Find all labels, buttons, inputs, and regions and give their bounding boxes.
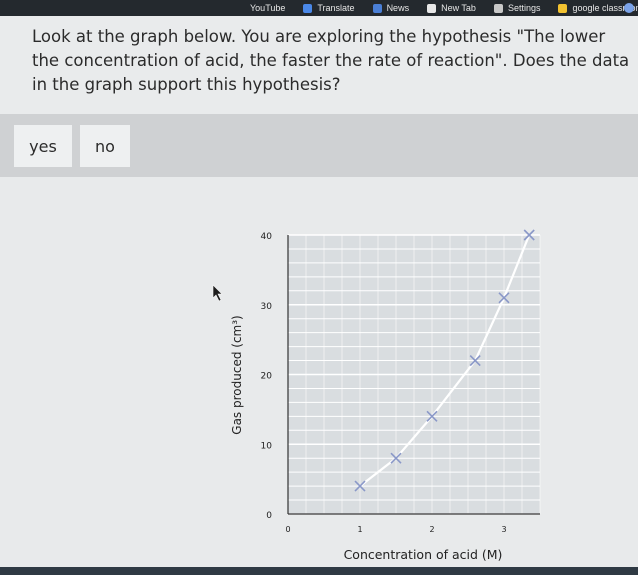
classroom-icon	[558, 3, 568, 13]
y-tick-label: 10	[261, 441, 273, 451]
profile-avatar[interactable]	[624, 3, 634, 13]
x-tick-label: 0	[285, 525, 290, 534]
x-tick-label: 3	[501, 525, 506, 534]
news-icon	[372, 3, 382, 13]
graph-card: 0 10 20 30 40 0 1 2 3 Concentration of acid (M) Ga…	[0, 177, 638, 567]
answer-options: yes no	[0, 125, 638, 167]
bookmark-label: News	[386, 3, 410, 13]
answer-option-no[interactable]: no	[80, 125, 130, 167]
x-tick-label: 2	[429, 525, 434, 534]
bookmark-new-tab[interactable]: New Tab	[427, 3, 476, 13]
y-tick-label: 40	[261, 232, 273, 242]
mouse-cursor-icon	[212, 284, 223, 302]
answer-option-yes[interactable]: yes	[14, 125, 72, 167]
bookmark-label: New Tab	[441, 3, 476, 13]
bookmark-translate[interactable]: Translate	[303, 3, 355, 13]
y-tick-label: 0	[266, 511, 272, 521]
bookmark-label: Translate	[317, 3, 355, 13]
gas-production-chart: 0 10 20 30 40 0 1 2 3 Concentration of acid (M) Ga…	[212, 229, 541, 562]
x-axis-title: Concentration of acid (M)	[344, 547, 503, 562]
bottom-strip	[0, 567, 638, 575]
bookmark-youtube[interactable]: YouTube	[250, 3, 285, 13]
bookmark-news[interactable]: News	[372, 3, 410, 13]
new-tab-icon	[427, 3, 437, 13]
bookmark-label: YouTube	[250, 3, 286, 13]
question-card: Look at the graph below. You are explori…	[0, 16, 638, 114]
question-text: Look at the graph below. You are explori…	[32, 27, 630, 94]
y-tick-label: 20	[261, 372, 273, 382]
y-tick-label: 30	[261, 302, 273, 312]
bookmark-settings[interactable]: Settings	[493, 3, 541, 13]
settings-icon	[493, 3, 503, 13]
bookmark-label: Settings	[507, 3, 541, 13]
y-axis-title: Gas produced (cm³)	[230, 315, 244, 434]
x-tick-label: 1	[357, 525, 362, 534]
translate-icon	[303, 3, 313, 13]
bookmarks-bar: YouTube Translate News New Tab Settings …	[0, 0, 638, 16]
